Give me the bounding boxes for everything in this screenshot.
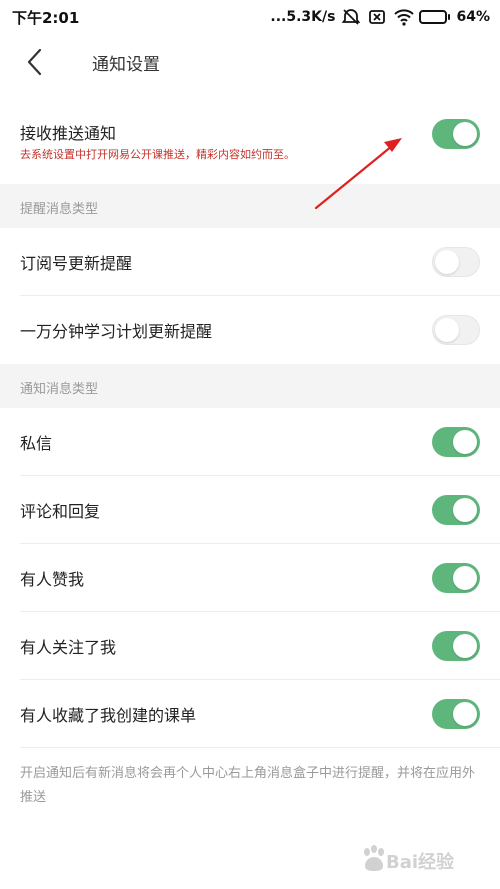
comments-replies-toggle[interactable] bbox=[432, 495, 480, 525]
baidu-watermark: Bai经验 bbox=[360, 838, 490, 878]
list-item-label: 私信 bbox=[20, 434, 53, 453]
follows-toggle[interactable] bbox=[432, 631, 480, 661]
likes-toggle[interactable] bbox=[432, 563, 480, 593]
section-reminder-title: 提醒消息类型 bbox=[20, 202, 99, 217]
toggle-knob bbox=[435, 250, 459, 274]
sim-off-icon bbox=[367, 7, 387, 27]
study-plan-update-toggle[interactable] bbox=[432, 315, 480, 345]
push-notification-label: 接收推送通知 bbox=[20, 124, 117, 143]
list-item-follows: 有人关注了我 bbox=[0, 612, 500, 680]
divider bbox=[20, 747, 500, 748]
status-bar: 下午2:01 ...5.3K/s 64% bbox=[0, 0, 500, 34]
push-notification-row: 接收推送通知 去系统设置中打开网易公开课推送，精彩内容如约而至。 bbox=[0, 90, 500, 184]
back-button[interactable] bbox=[20, 46, 54, 78]
list-item-likes: 有人赞我 bbox=[0, 544, 500, 612]
alarm-off-icon bbox=[341, 7, 361, 27]
watermark-text: Bai经验 bbox=[386, 852, 455, 873]
network-speed: ...5.3K/s bbox=[270, 9, 336, 25]
toggle-knob bbox=[453, 498, 477, 522]
list-item-private-message: 私信 bbox=[0, 408, 500, 476]
section-notify-types: 通知消息类型 bbox=[0, 364, 500, 408]
toggle-knob bbox=[453, 634, 477, 658]
list-item-label: 一万分钟学习计划更新提醒 bbox=[20, 322, 213, 341]
toggle-knob bbox=[453, 702, 477, 726]
list-item-subscription-update: 订阅号更新提醒 bbox=[0, 228, 500, 296]
list-item-study-plan-update: 一万分钟学习计划更新提醒 bbox=[0, 296, 500, 364]
battery-percent: 64% bbox=[456, 9, 490, 25]
chevron-left-icon bbox=[27, 48, 42, 76]
toggle-knob bbox=[453, 122, 477, 146]
toggle-knob bbox=[453, 566, 477, 590]
section-notify-title: 通知消息类型 bbox=[20, 382, 99, 397]
wifi-icon bbox=[393, 7, 415, 27]
list-item-course-list-favorited: 有人收藏了我创建的课单 bbox=[0, 680, 500, 748]
list-item-label: 有人关注了我 bbox=[20, 638, 117, 657]
status-time: 下午2:01 bbox=[12, 9, 80, 27]
subscription-update-toggle[interactable] bbox=[432, 247, 480, 277]
list-item-label: 有人赞我 bbox=[20, 570, 85, 589]
toggle-knob bbox=[435, 318, 459, 342]
status-icons: ...5.3K/s 64% bbox=[270, 6, 490, 28]
footer-note: 开启通知后有新消息将会再个人中心右上角消息盒子中进行提醒，并将在应用外推送 bbox=[20, 766, 476, 805]
battery-icon bbox=[419, 10, 451, 24]
top-bar: 通知设置 bbox=[0, 34, 500, 90]
list-item-label: 有人收藏了我创建的课单 bbox=[20, 706, 197, 725]
toggle-knob bbox=[453, 430, 477, 454]
page-title: 通知设置 bbox=[92, 55, 160, 75]
private-message-toggle[interactable] bbox=[432, 427, 480, 457]
list-item-comments-replies: 评论和回复 bbox=[0, 476, 500, 544]
list-item-label: 评论和回复 bbox=[20, 502, 101, 521]
push-notification-toggle[interactable] bbox=[432, 119, 480, 149]
list-item-label: 订阅号更新提醒 bbox=[20, 254, 133, 273]
push-notification-hint: 去系统设置中打开网易公开课推送，精彩内容如约而至。 bbox=[20, 148, 295, 161]
section-reminder-types: 提醒消息类型 bbox=[0, 184, 500, 228]
paw-logo-icon bbox=[364, 845, 384, 871]
course-list-favorited-toggle[interactable] bbox=[432, 699, 480, 729]
